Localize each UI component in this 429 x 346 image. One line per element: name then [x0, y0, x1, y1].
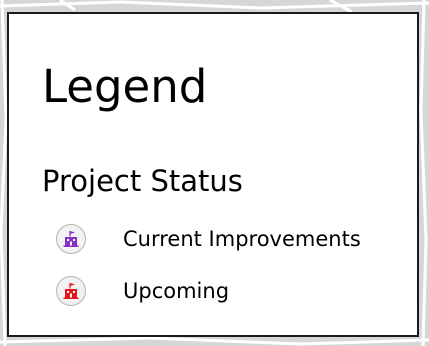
legend-item-current-improvements: Current Improvements — [56, 222, 361, 256]
legend-item-upcoming: Upcoming — [56, 274, 229, 308]
legend-item-label: Upcoming — [123, 278, 230, 303]
legend-item-label: Current Improvements — [123, 226, 361, 251]
building-flag-icon — [56, 224, 86, 254]
project-status-heading: Project Status — [42, 164, 243, 198]
building-flag-icon — [56, 276, 86, 306]
legend-title: Legend — [42, 60, 208, 113]
legend-panel: Legend Project Status Current Improvemen… — [7, 12, 419, 337]
